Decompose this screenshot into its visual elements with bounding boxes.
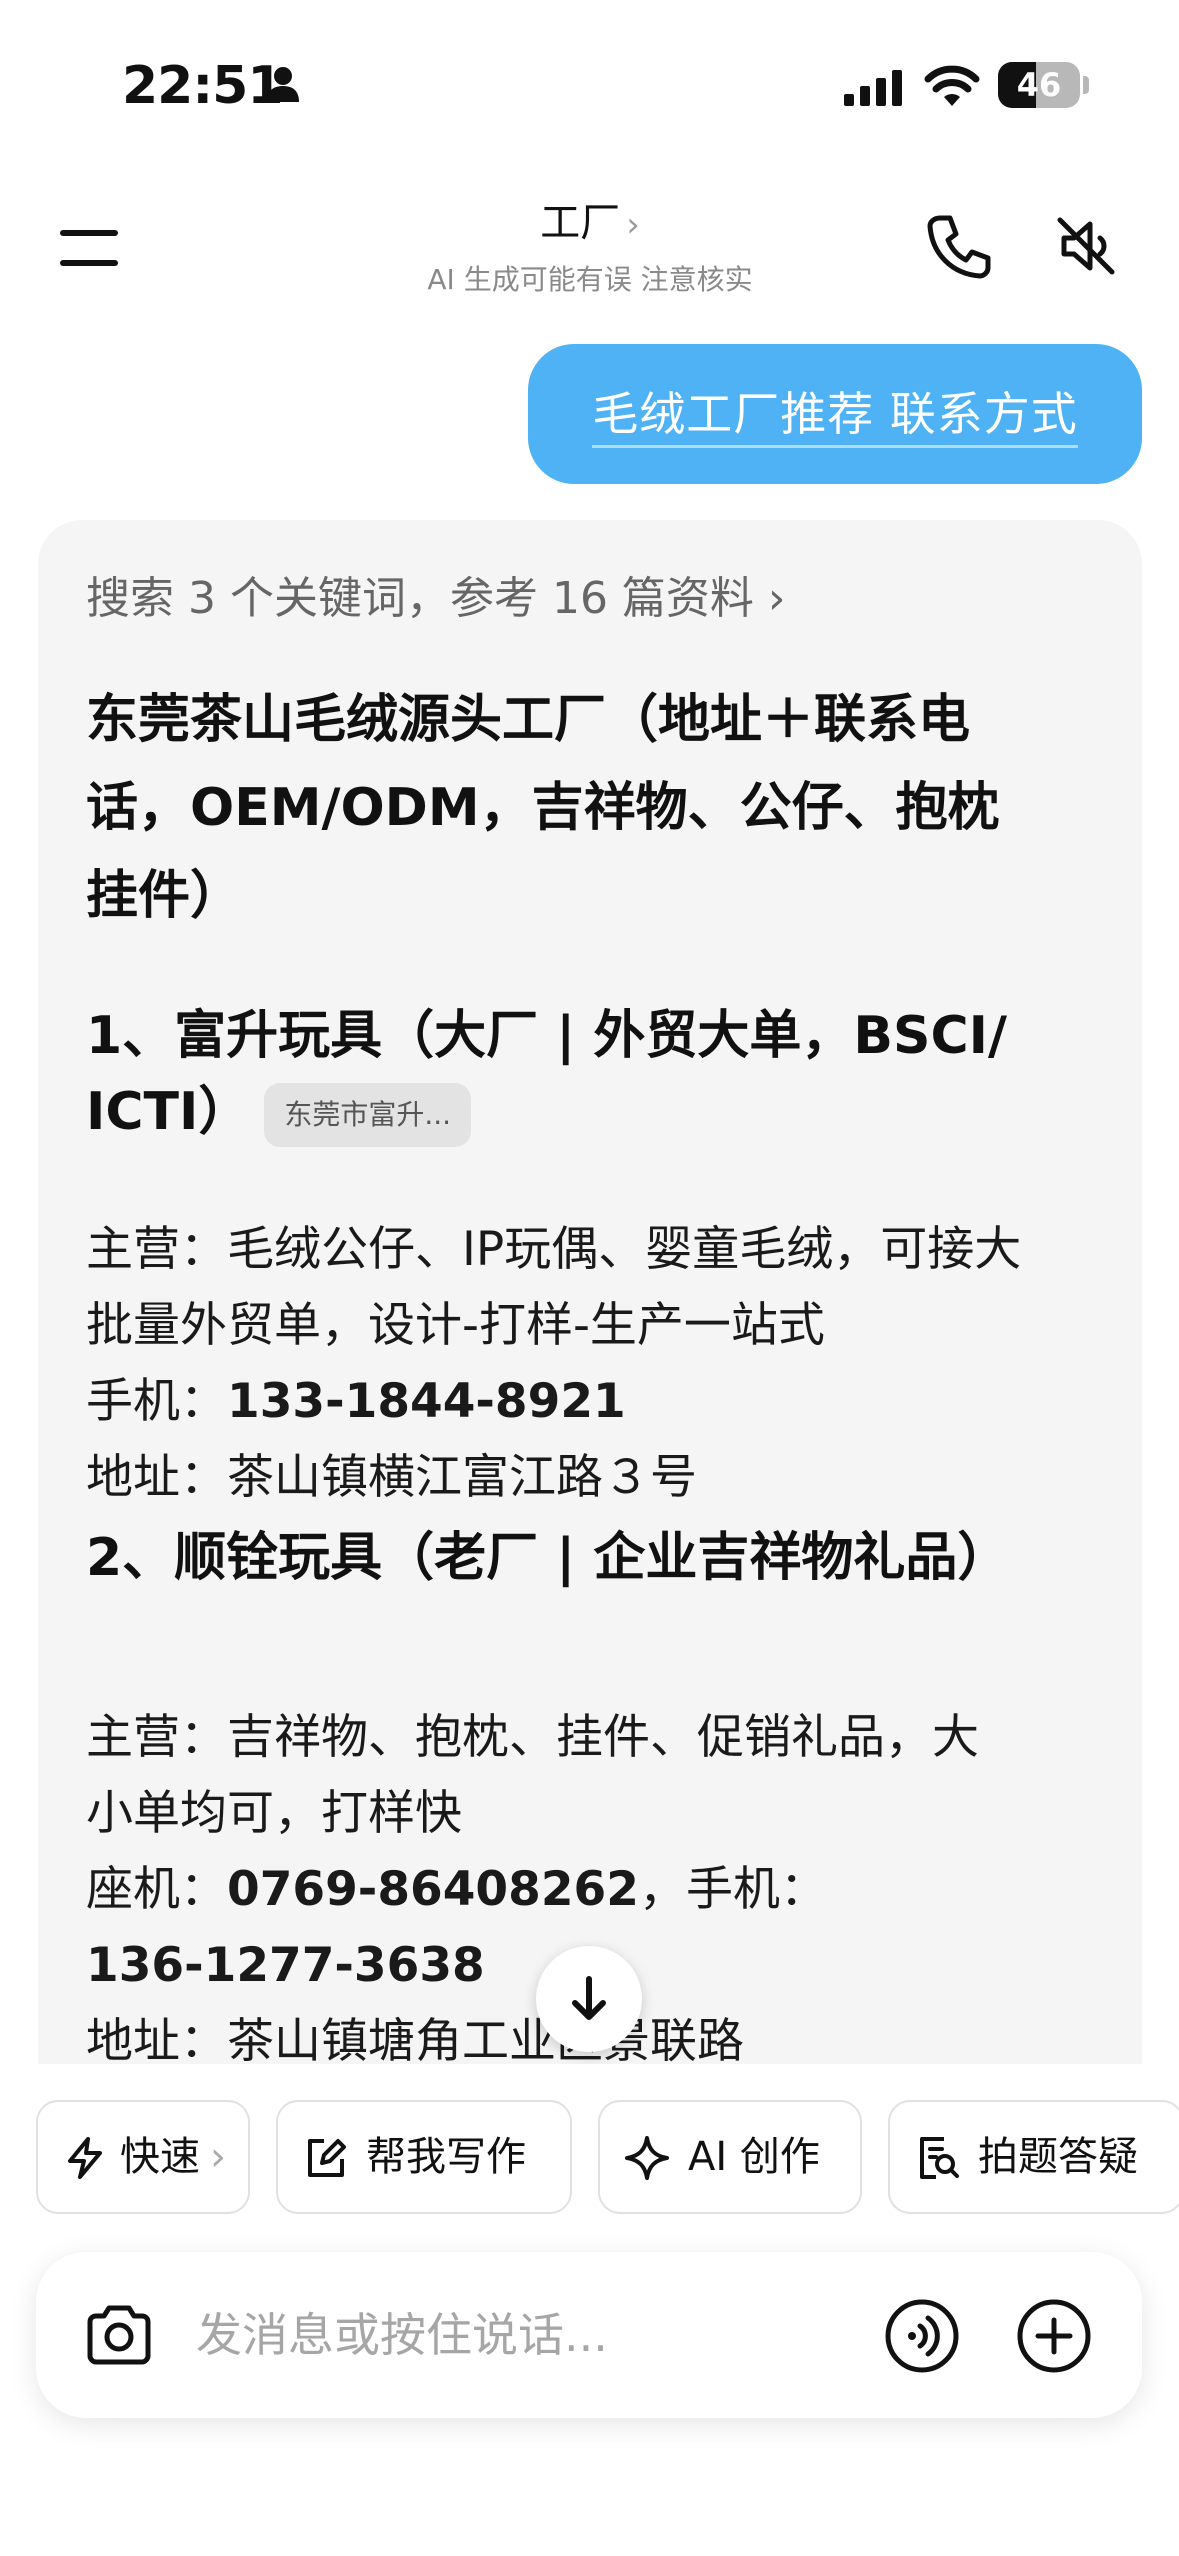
status-bar: 22:51 46 — [0, 0, 1179, 170]
ai-answer-card: 搜索 3 个关键词，参考 16 篇资料 › 东莞茶山毛绒源头工厂（地址＋联系电 … — [38, 520, 1142, 2120]
bottom-panel: 快速 › 帮我写作 AI 创作 拍题答疑 发消息或按住说话... — [0, 2064, 1179, 2556]
mobile-label: ，手机： — [638, 1862, 827, 1917]
headline-line: 话，OEM/ODM，吉祥物、公仔、抱枕 — [86, 778, 1000, 838]
main-business-line: 批量外贸单，设计-打样-生产一站式 — [86, 1298, 825, 1353]
chip-label: AI 创作 — [688, 2134, 820, 2180]
battery-cap — [1083, 76, 1089, 94]
battery-icon: 46 — [998, 62, 1080, 108]
main-business-line: 主营：吉祥物、抱枕、挂件、促销礼品，大 — [86, 1710, 979, 1765]
quick-action-ai-create[interactable]: AI 创作 — [598, 2100, 862, 2214]
lightning-icon — [68, 2137, 102, 2179]
scroll-down-button[interactable] — [536, 1946, 642, 2052]
user-message-bubble[interactable]: 毛绒工厂推荐 联系方式 — [528, 344, 1142, 484]
quick-action-photo-question[interactable]: 拍题答疑 — [888, 2100, 1179, 2214]
chat-header: 工厂 › AI 生成可能有误 注意核实 — [0, 170, 1179, 330]
phone-line: 座机：0769-86408262，手机： — [86, 1852, 1106, 1928]
plus-icon[interactable] — [1016, 2298, 1092, 2378]
person-icon — [266, 66, 300, 106]
quick-actions-row: 快速 › 帮我写作 AI 创作 拍题答疑 — [36, 2100, 1179, 2214]
wifi-icon — [924, 64, 980, 112]
ai-disclaimer: AI 生成可能有误 注意核实 — [427, 263, 753, 296]
landline-label: 座机： — [86, 1862, 227, 1917]
chat-title-area[interactable]: 工厂 › AI 生成可能有误 注意核实 — [340, 190, 840, 298]
phone-label: 手机： — [86, 1374, 227, 1429]
sparkle-icon — [625, 2136, 669, 2180]
quick-action-writing[interactable]: 帮我写作 — [276, 2100, 572, 2214]
search-summary-link[interactable]: 搜索 3 个关键词，参考 16 篇资料 › — [86, 562, 786, 626]
answer-headline: 东莞茶山毛绒源头工厂（地址＋联系电 话，OEM/ODM，吉祥物、公仔、抱枕 挂件… — [86, 676, 1106, 940]
phone-number[interactable]: 133-1844-8921 — [227, 1374, 626, 1429]
status-time: 22:51 — [122, 56, 284, 116]
section-title-fusheng: 1、富升玩具（大厂 | 外贸大单，BSCI/ ICTI） 东莞市富升... — [86, 998, 1106, 1150]
battery-percentage: 46 — [1016, 66, 1062, 104]
address-line: 地址：茶山镇横江富江路３号 — [86, 1450, 697, 1505]
camera-icon[interactable] — [82, 2298, 156, 2376]
chip-label: 快速 — [120, 2134, 200, 2180]
arrow-down-icon — [572, 1976, 606, 2020]
message-input[interactable]: 发消息或按住说话... — [196, 2252, 608, 2418]
phone-icon[interactable] — [920, 208, 996, 284]
section-title-line: ICTI） — [86, 1082, 251, 1142]
signal-icon — [844, 68, 904, 112]
page-title[interactable]: 工厂 — [540, 200, 620, 246]
main-business-line: 小单均可，打样快 — [86, 1786, 462, 1841]
menu-icon[interactable] — [56, 218, 126, 278]
user-message-text: 毛绒工厂推荐 联系方式 — [592, 387, 1078, 448]
section-title-line: 2、顺铨玩具（老厂 | 企业吉祥物礼品） — [86, 1528, 1010, 1588]
message-input-bar[interactable]: 发消息或按住说话... — [36, 2252, 1142, 2418]
chat-screen: 22:51 46 工厂 › AI 生成可能有误 注意核实 毛绒工厂推荐 联系方式… — [0, 0, 1179, 2556]
section-body-fusheng: 主营：毛绒公仔、IP玩偶、婴童毛绒，可接大 批量外贸单，设计-打样-生产一站式 … — [86, 1212, 1106, 1516]
phone-line: 手机：133-1844-8921 — [86, 1364, 1106, 1440]
chip-label: 拍题答疑 — [978, 2134, 1138, 2180]
mobile-number[interactable]: 136-1277-3638 — [86, 1938, 485, 1993]
quick-action-fast[interactable]: 快速 › — [36, 2100, 250, 2214]
chevron-right-icon: › — [210, 2134, 226, 2180]
main-business-line: 主营：毛绒公仔、IP玩偶、婴童毛绒，可接大 — [86, 1222, 1022, 1277]
landline-number[interactable]: 0769-86408262 — [227, 1862, 639, 1917]
photo-search-icon — [920, 2137, 959, 2179]
voice-icon[interactable] — [884, 2298, 960, 2378]
edit-icon — [308, 2139, 346, 2177]
section-title-shunquan: 2、顺铨玩具（老厂 | 企业吉祥物礼品） — [86, 1520, 1106, 1596]
source-chip[interactable]: 东莞市富升... — [264, 1083, 472, 1147]
headline-line: 挂件） — [86, 866, 243, 926]
speaker-mute-icon[interactable] — [1048, 208, 1124, 284]
title-chevron-icon: › — [626, 205, 640, 245]
section-title-line: 1、富升玩具（大厂 | 外贸大单，BSCI/ — [86, 1006, 1007, 1066]
headline-line: 东莞茶山毛绒源头工厂（地址＋联系电 — [86, 690, 971, 750]
chip-label: 帮我写作 — [366, 2134, 526, 2180]
